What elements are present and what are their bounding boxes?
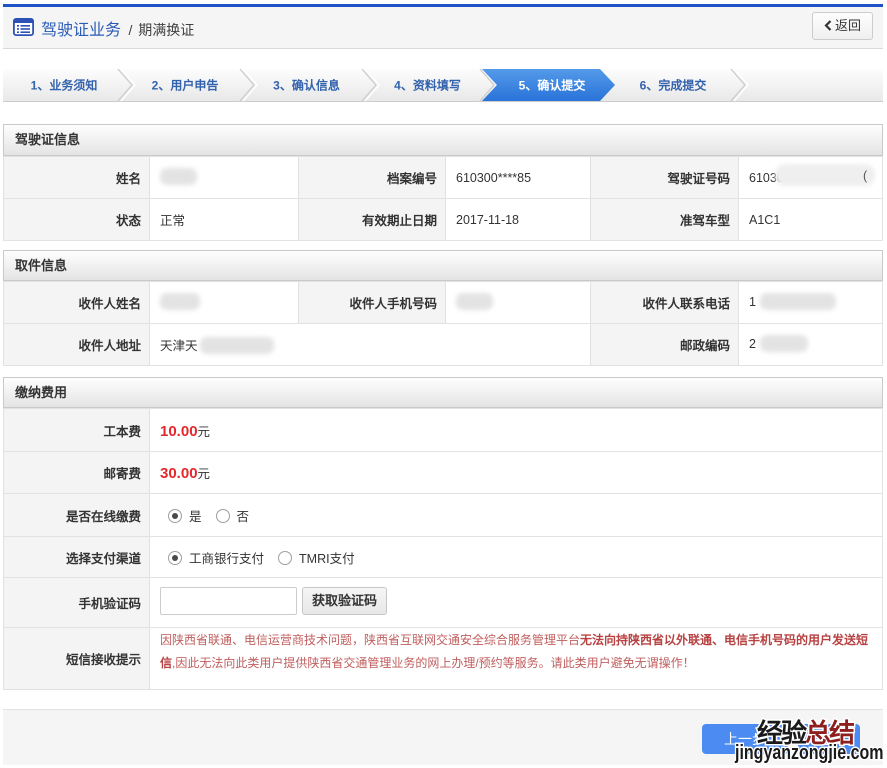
svg-text:1、业务须知: 1、业务须知 <box>31 78 98 93</box>
svg-text:3、确认信息: 3、确认信息 <box>273 78 340 93</box>
svg-text:6、完成提交: 6、完成提交 <box>640 78 707 93</box>
svg-text:4、资料填写: 4、资料填写 <box>394 78 461 93</box>
svg-text:5、确认提交: 5、确认提交 <box>519 78 586 93</box>
svg-text:2、用户申告: 2、用户申告 <box>152 78 219 93</box>
